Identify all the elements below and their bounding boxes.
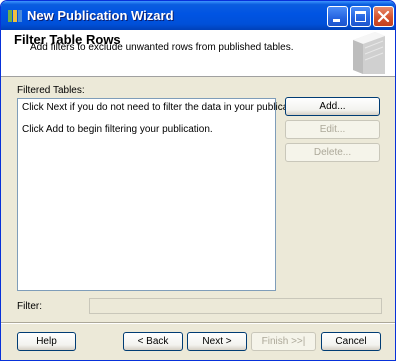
- cancel-button[interactable]: Cancel: [321, 332, 381, 351]
- edit-button[interactable]: Edit...: [285, 120, 380, 139]
- delete-button[interactable]: Delete...: [285, 143, 380, 162]
- wizard-app-icon: [8, 10, 22, 22]
- minimize-icon: [333, 19, 340, 22]
- page-subtitle: Add filters to exclude unwanted rows fro…: [30, 42, 294, 53]
- minimize-button[interactable]: [327, 6, 348, 27]
- close-icon: [377, 10, 390, 23]
- filter-label: Filter:: [17, 301, 42, 312]
- wizard-window: New Publication Wizard Filter Table Rows…: [0, 0, 396, 361]
- maximize-icon: [355, 11, 366, 22]
- finish-button[interactable]: Finish >>|: [251, 332, 316, 351]
- maximize-button[interactable]: [350, 6, 371, 27]
- window-title: New Publication Wizard: [27, 8, 174, 23]
- next-button[interactable]: Next >: [187, 332, 247, 351]
- title-bar[interactable]: New Publication Wizard: [1, 1, 395, 30]
- filtered-tables-list[interactable]: Click Next if you do not need to filter …: [17, 98, 307, 291]
- wizard-header: Filter Table Rows Add filters to exclude…: [1, 30, 395, 77]
- filter-field[interactable]: [89, 298, 382, 314]
- close-button[interactable]: [373, 6, 394, 27]
- list-item: Click Next if you do not need to filter …: [22, 102, 308, 113]
- list-item: Click Add to begin filtering your public…: [22, 124, 213, 135]
- footer-divider: [1, 322, 395, 324]
- back-button[interactable]: < Back: [123, 332, 183, 351]
- publication-book-icon: [353, 32, 385, 74]
- add-button[interactable]: Add...: [285, 97, 380, 116]
- help-button[interactable]: Help: [17, 332, 76, 351]
- filtered-tables-label: Filtered Tables:: [17, 85, 85, 96]
